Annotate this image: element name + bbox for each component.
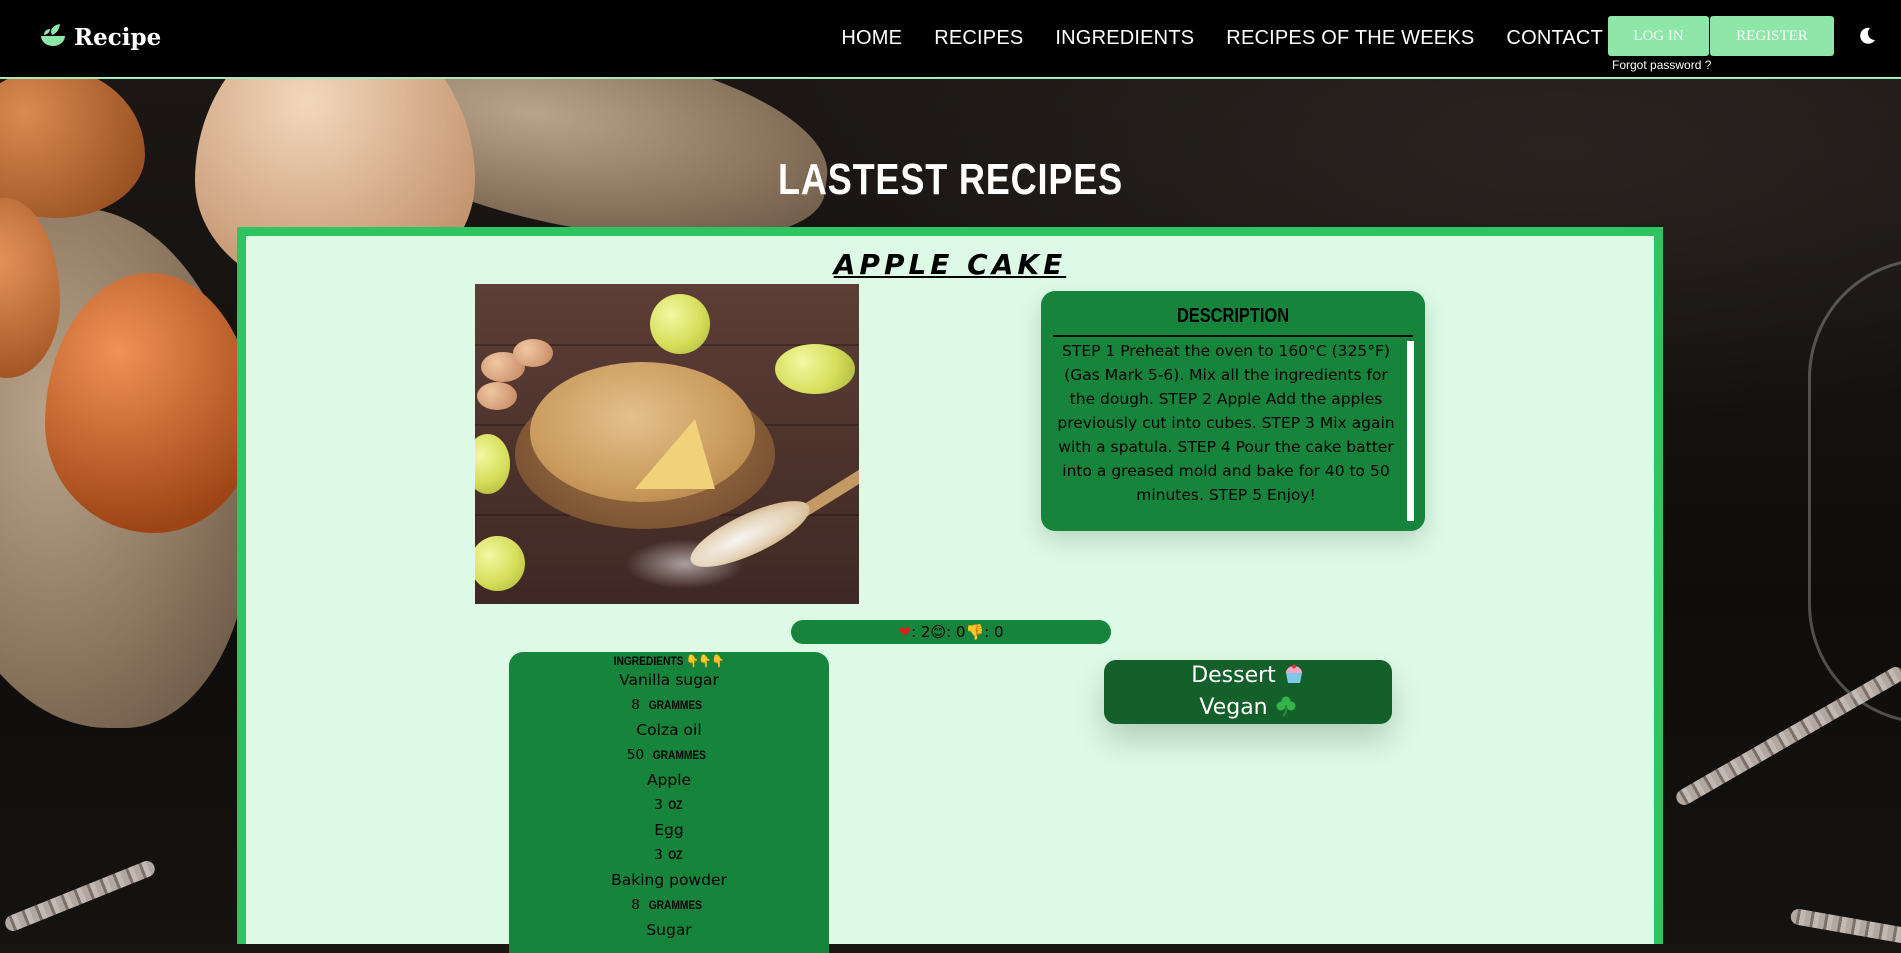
recipe-photo[interactable]: [475, 284, 859, 604]
smile-icon[interactable]: 😊: [930, 623, 946, 641]
ingredient-quantity: 3 OZ: [509, 793, 829, 818]
egg-decoration: [513, 339, 553, 367]
ingredient-name: Vanilla sugar: [619, 671, 719, 689]
ingredient-quantity: 50 GRAMMES: [509, 743, 829, 768]
chalk-decoration: [1789, 907, 1901, 944]
ingredient-unit: GRAMMES: [648, 898, 703, 912]
ingredient-qty-value: 8: [631, 897, 640, 913]
ingredient-unit: GRAMMES: [648, 698, 703, 712]
ingredient-qty-value: 3: [654, 797, 663, 813]
smiles-count: : 0: [946, 623, 966, 641]
tags-panel: Dessert Vegan: [1104, 660, 1392, 724]
heart-icon[interactable]: ❤: [898, 623, 911, 641]
apple-decoration: [475, 536, 525, 591]
ingredient-unit: GRAMMES: [653, 748, 707, 762]
brand-name: Recipe: [74, 23, 162, 51]
ingredient-qty-value: 8: [631, 697, 640, 713]
dislikes-count: : 0: [984, 623, 1004, 641]
nav-recipes-of-the-weeks[interactable]: RECIPES OF THE WEEKS: [1226, 27, 1474, 50]
ingredients-title: INGREDIENTS 👇👇👇: [613, 654, 725, 668]
nav-ingredients[interactable]: INGREDIENTS: [1055, 27, 1194, 50]
description-title: DESCRIPTION: [1176, 305, 1290, 327]
chalk-decoration: [2, 858, 158, 934]
ingredient-name: Egg: [654, 821, 684, 839]
brand-logo[interactable]: Recipe: [38, 22, 161, 52]
forgot-password-link[interactable]: Forgot password ?: [1612, 58, 1711, 72]
tag-label: Vegan: [1199, 695, 1268, 720]
description-text[interactable]: STEP 1 Preheat the oven to 160°C (325°F)…: [1051, 339, 1401, 521]
nav-recipes[interactable]: RECIPES: [934, 27, 1023, 50]
moon-icon[interactable]: [1857, 26, 1877, 46]
apple-decoration: [475, 434, 510, 494]
nav-contact[interactable]: CONTACT: [1506, 27, 1603, 50]
ingredient-name: Baking powder: [611, 871, 727, 889]
ingredient-unit: OZ: [668, 798, 683, 812]
nav-home[interactable]: HOME: [841, 27, 902, 50]
recipe-card: APPLE CAKE DESCRIPTION STEP 1 Preheat th…: [237, 227, 1663, 953]
ingredient-qty-value: 3: [654, 847, 663, 863]
shamrock-icon: [1276, 696, 1296, 717]
top-navbar: Recipe HOME RECIPES INGREDIENTS RECIPES …: [0, 0, 1901, 79]
likes-count: : 2: [911, 623, 931, 641]
description-divider: [1053, 335, 1413, 337]
reactions-bar: ❤: 2😊: 0👎: 0: [791, 620, 1111, 644]
glass-bowl-decoration: [1808, 258, 1901, 724]
salad-bowl-icon: [41, 24, 65, 46]
description-scrollbar[interactable]: [1407, 341, 1414, 521]
login-button[interactable]: LOG IN: [1608, 16, 1709, 56]
ingredient-unit: OZ: [668, 848, 683, 862]
egg-decoration: [0, 78, 145, 218]
apple-decoration: [775, 344, 855, 394]
ingredient-quantity: 8 GRAMMES: [509, 893, 829, 918]
apple-decoration: [650, 294, 710, 354]
recipe-title[interactable]: APPLE CAKE: [246, 248, 1654, 281]
cake-slice-decoration: [635, 419, 715, 489]
cupcake-icon: [1285, 664, 1302, 683]
ingredient-quantity: 3 OZ: [509, 843, 829, 868]
egg-decoration: [477, 382, 517, 410]
ingredient-qty-value: 50: [626, 747, 645, 763]
thumbs-down-icon[interactable]: 👎: [965, 623, 984, 641]
register-button[interactable]: REGISTER: [1710, 16, 1834, 56]
ingredient-name: Sugar: [646, 921, 692, 939]
tag-dessert[interactable]: Dessert: [1104, 660, 1392, 692]
main-nav: HOME RECIPES INGREDIENTS RECIPES OF THE …: [841, 0, 1603, 77]
ingredient-name: Colza oil: [636, 721, 702, 739]
description-panel: DESCRIPTION STEP 1 Preheat the oven to 1…: [1041, 291, 1425, 531]
tag-vegan[interactable]: Vegan: [1104, 692, 1392, 724]
ingredient-quantity: 8 GRAMMES: [509, 693, 829, 718]
ingredient-name: Apple: [646, 771, 692, 789]
section-title: LASTEST RECIPES: [777, 155, 1124, 204]
ingredients-panel: INGREDIENTS 👇👇👇 Vanilla sugar 8 GRAMMES …: [509, 652, 829, 953]
tag-label: Dessert: [1191, 663, 1276, 688]
